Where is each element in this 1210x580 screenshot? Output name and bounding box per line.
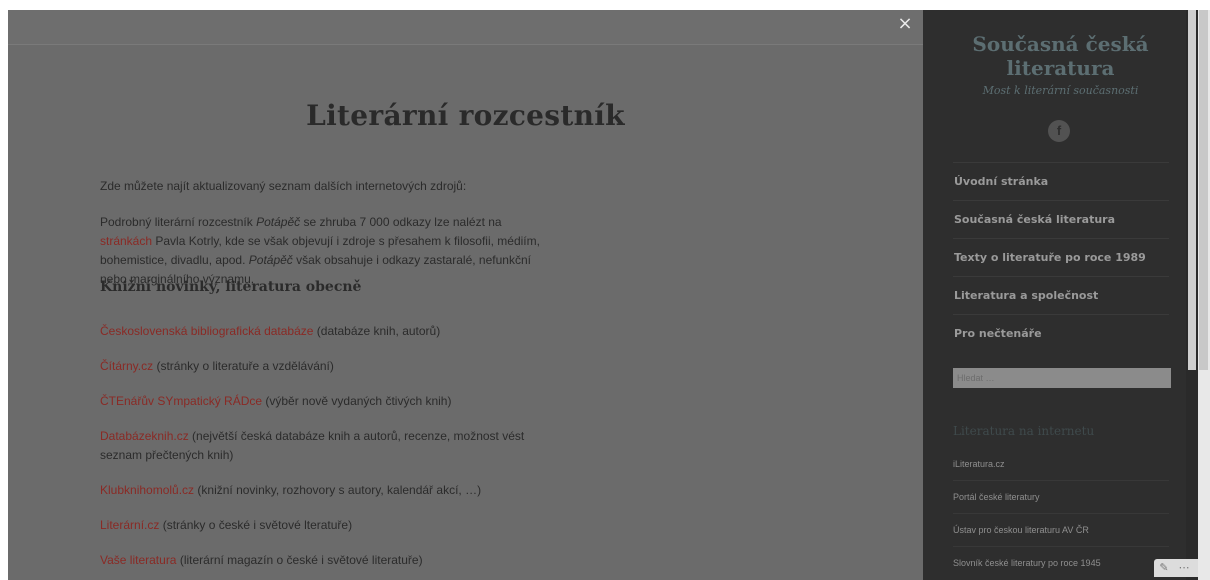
list-item: Československá bibliografická databáze (… [100,324,441,338]
sidebar: Současná česká literatura Most k literár… [923,10,1198,580]
stranky-link[interactable]: stránkách [100,234,152,248]
widget-link-list: iLiteratura.cz Portál české literatury Ú… [953,448,1169,579]
list-item: Klubknihomolů.cz (knižní novinky, rozhov… [100,483,482,497]
resource-link[interactable]: Klubknihomolů.cz [100,483,194,497]
sidebar-item-literature-society[interactable]: Literatura a společnost [953,277,1169,315]
resource-link[interactable]: Literární.cz [100,518,159,532]
modal-topbar: × [8,10,923,45]
facebook-icon[interactable]: f [1048,120,1070,142]
edit-toolbar: ✎ ⋯ [1154,559,1198,577]
resource-link[interactable]: Databázeknih.cz [100,429,189,443]
resource-link[interactable]: Vaše literatura [100,553,176,567]
more-icon[interactable]: ⋯ [1174,559,1194,577]
resource-link[interactable]: ČTEnářův SYmpatický RÁDce [100,394,262,408]
page-title: Literární rozcestník [306,99,625,132]
list-item[interactable]: Ústav pro českou literaturu AV ČR [953,514,1169,547]
list-item[interactable]: Portál české literatury [953,481,1169,514]
sidebar-item-texts-after-1989[interactable]: Texty o literatuře po roce 1989 [953,239,1169,277]
browser-frame: × Literární rozcestník Zde můžete najít … [8,10,1198,580]
intro-paragraph: Podrobný literární rozcestník Potápěč se… [100,215,540,286]
sidebar-scrollbar[interactable] [1186,10,1198,580]
page-content: Literární rozcestník Zde můžete najít ak… [8,45,923,580]
close-icon[interactable]: × [895,14,915,34]
site-title[interactable]: Současná česká literatura [923,32,1198,80]
sidebar-item-contemporary-literature[interactable]: Současná česká literatura [953,201,1169,239]
search-input[interactable] [953,368,1171,388]
sidebar-nav: Úvodní stránka Současná česká literatura… [953,162,1169,352]
pencil-icon[interactable]: ✎ [1154,559,1174,577]
page-scrollbar[interactable] [1198,10,1210,580]
sidebar-item-home[interactable]: Úvodní stránka [953,162,1169,201]
resource-link[interactable]: Čítárny.cz [100,359,153,373]
section-title: Knižní novinky, literatura obecně [100,279,362,295]
list-item: ČTEnářův SYmpatický RÁDce (výběr nově vy… [100,394,452,408]
widget-title: Literatura na internetu [953,424,1095,438]
sidebar-item-non-readers[interactable]: Pro nečtenáře [953,315,1169,352]
list-item: Čítárny.cz (stránky o literatuře a vzděl… [100,359,334,373]
sidebar-scrollbar-thumb[interactable] [1188,10,1196,370]
resource-link[interactable]: Československá bibliografická databáze [100,324,313,338]
site-tagline: Most k literární současnosti [982,84,1139,97]
page-scrollbar-thumb[interactable] [1199,10,1208,370]
intro-text: Zde můžete najít aktualizovaný seznam da… [100,179,467,193]
list-item: Literární.cz (stránky o české i světové … [100,518,353,532]
list-item: Vaše literatura (literární magazín o čes… [100,553,423,567]
list-item[interactable]: Slovník české literatury po roce 1945 [953,547,1169,579]
list-item: Databázeknih.cz (největší česká databáze… [100,429,525,462]
list-item[interactable]: iLiteratura.cz [953,448,1169,481]
